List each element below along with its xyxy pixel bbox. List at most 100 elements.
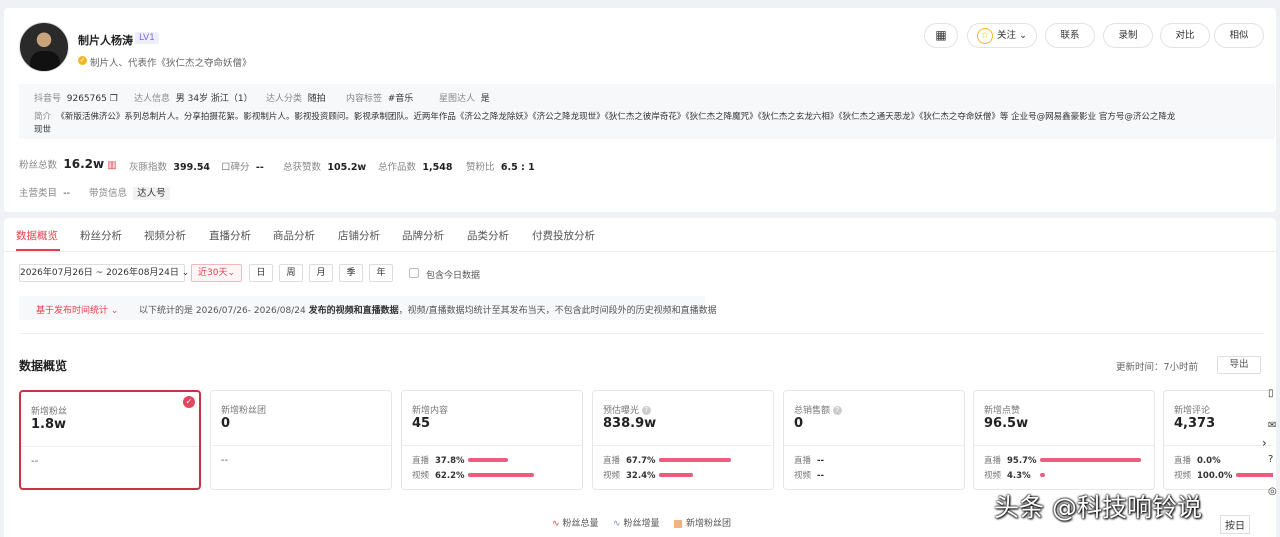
metric-label: 新增内容 bbox=[412, 406, 449, 416]
line-icon: ∿ bbox=[613, 519, 621, 529]
fans-chart-icon[interactable]: ▥ bbox=[107, 160, 116, 171]
check-icon: ✓ bbox=[183, 396, 195, 408]
video-bar bbox=[659, 473, 694, 477]
tab-live[interactable]: 直播分析 bbox=[209, 228, 251, 243]
legend-fans-increment[interactable]: ∿ 粉丝增量 bbox=[613, 516, 660, 529]
metric-empty: -- bbox=[221, 455, 229, 466]
tab-brand[interactable]: 品牌分析 bbox=[402, 228, 444, 243]
tab-shop[interactable]: 店铺分析 bbox=[338, 228, 380, 243]
tab-overview[interactable]: 数据概览 bbox=[16, 228, 58, 243]
line-icon: ∿ bbox=[552, 519, 560, 529]
mail-icon[interactable]: ✉ bbox=[1268, 420, 1278, 431]
qrcode-button[interactable]: ▦ bbox=[924, 23, 958, 48]
metric-value: 0 bbox=[221, 416, 231, 431]
tab-goods[interactable]: 商品分析 bbox=[273, 228, 315, 243]
compare-button[interactable]: 对比 bbox=[1160, 23, 1210, 48]
include-today-label: 包含今日数据 bbox=[426, 271, 481, 281]
metric-divider bbox=[784, 445, 964, 446]
metric-card-sales[interactable]: 总销售额 ? 0 直播 -- 视频 -- bbox=[783, 390, 965, 490]
tab-paid[interactable]: 付费投放分析 bbox=[532, 228, 595, 243]
profile-subtitle: 制片人、代表作《狄仁杰之夺命妖僧》 bbox=[90, 58, 252, 69]
period-quarter[interactable]: 季 bbox=[339, 264, 363, 282]
watermark: 头条 @科技响铃说 bbox=[994, 493, 1202, 522]
douyin-id: 抖音号 9265765 ❐ bbox=[34, 94, 118, 104]
metric-divider bbox=[211, 445, 391, 446]
period-month[interactable]: 月 bbox=[309, 264, 333, 282]
metric-label: 预估曝光 ? bbox=[603, 403, 651, 416]
goods-badge: 达人号 bbox=[133, 187, 170, 200]
help-icon[interactable]: ? bbox=[641, 406, 651, 415]
metric-divider bbox=[974, 445, 1154, 446]
video-row: 视频 4.3% bbox=[984, 471, 1031, 481]
talent-category: 达人分类 随拍 bbox=[266, 94, 326, 104]
include-today-checkbox[interactable] bbox=[409, 268, 419, 278]
live-bar bbox=[1040, 458, 1142, 462]
similar-button[interactable]: 相似 bbox=[1214, 23, 1264, 48]
tab-divider bbox=[4, 251, 1276, 252]
live-row: 直播 0.0% bbox=[1174, 456, 1221, 466]
live-row: 直播 67.7% bbox=[603, 456, 656, 466]
record-button[interactable]: 录制 bbox=[1103, 23, 1153, 48]
chevron-right-icon[interactable]: › bbox=[1262, 436, 1272, 450]
metric-card-likes[interactable]: 新增点赞 96.5w 直播 95.7% 视频 4.3% bbox=[973, 390, 1155, 490]
video-row: 视频 -- bbox=[794, 471, 825, 481]
help-icon[interactable]: ? bbox=[1268, 454, 1278, 465]
video-row: 视频 32.4% bbox=[603, 471, 656, 481]
recent-30-days-button[interactable]: 近30天⌄ bbox=[191, 264, 242, 282]
metric-card-new-fans[interactable]: 新增粉丝 1.8w ✓ -- bbox=[19, 390, 201, 490]
total-works: 总作品数 1,548 bbox=[378, 162, 453, 173]
metric-divider bbox=[402, 445, 582, 446]
avatar[interactable] bbox=[19, 22, 69, 72]
live-bar bbox=[468, 458, 509, 462]
tab-category[interactable]: 品类分析 bbox=[467, 228, 509, 243]
legend-fans-total[interactable]: ∿ 粉丝总量 bbox=[552, 516, 599, 529]
period-year[interactable]: 年 bbox=[369, 264, 393, 282]
period-day[interactable]: 日 bbox=[249, 264, 273, 282]
period-week[interactable]: 周 bbox=[279, 264, 303, 282]
metric-card-new-content[interactable]: 新增内容 45 直播 37.8% 视频 62.2% bbox=[401, 390, 583, 490]
star-talent: 星图达人 是 bbox=[439, 94, 490, 104]
chat-icon[interactable]: ◎ bbox=[1268, 486, 1278, 497]
fans-total: 粉丝总数 16.2w ▥ bbox=[19, 157, 117, 171]
metric-divider bbox=[1164, 445, 1273, 446]
intro: 简介 《新版活佛济公》系列总制片人。分享拍摄花絮。影视制片人。影视投资顾问。影视… bbox=[34, 112, 1176, 135]
chevron-down-icon: ⌄ bbox=[1016, 30, 1027, 41]
qrcode-icon: ▦ bbox=[935, 28, 947, 42]
phone-icon[interactable]: ▯ bbox=[1268, 388, 1278, 399]
tab-fans[interactable]: 粉丝分析 bbox=[80, 228, 122, 243]
stat-basis-select[interactable]: 基于发布时间统计 ⌄ bbox=[36, 303, 118, 316]
video-bar bbox=[468, 473, 534, 477]
metric-value: 1.8w bbox=[31, 417, 67, 432]
square-icon bbox=[674, 519, 682, 528]
date-range-picker[interactable]: 2026年07月26日 ~ 2026年08月24日 ⌄ bbox=[19, 264, 189, 282]
active-tab-indicator bbox=[16, 249, 60, 251]
reputation-score: 口碑分 -- bbox=[221, 162, 264, 173]
total-likes: 总获赞数 105.2w bbox=[283, 162, 367, 173]
talent-info: 达人信息 男 34岁 浙江（1） bbox=[134, 94, 253, 104]
export-button[interactable]: 导出 bbox=[1217, 356, 1261, 374]
level-badge: LV1 bbox=[135, 32, 159, 44]
contact-button[interactable]: 联系 bbox=[1045, 23, 1095, 48]
chevron-down-icon: ⌄ bbox=[108, 306, 119, 316]
follow-button[interactable]: ☆ 关注 ⌄ bbox=[967, 23, 1037, 48]
help-icon[interactable]: ? bbox=[832, 406, 842, 415]
tab-video[interactable]: 视频分析 bbox=[144, 228, 186, 243]
metric-divider bbox=[21, 446, 199, 447]
live-row: 直播 37.8% bbox=[412, 456, 465, 466]
day-toggle-button[interactable]: 按日 bbox=[1220, 515, 1250, 534]
metric-card-new-fan-club[interactable]: 新增粉丝团 0 -- bbox=[210, 390, 392, 490]
content-tag: 内容标签 #音乐 bbox=[346, 94, 414, 104]
right-toolbar: ▯ ✉ › ? ◎ bbox=[1262, 380, 1280, 537]
metric-value: 96.5w bbox=[984, 416, 1029, 431]
metric-label: 新增粉丝团 bbox=[221, 406, 267, 416]
video-bar bbox=[1040, 473, 1045, 477]
legend-new-fan-club[interactable]: 新增粉丝团 bbox=[674, 516, 731, 529]
video-row: 视频 62.2% bbox=[412, 471, 465, 481]
copy-icon[interactable]: ❐ bbox=[110, 94, 118, 104]
metric-label: 新增点赞 bbox=[984, 406, 1021, 416]
like-fan-ratio: 赞粉比 6.5 : 1 bbox=[466, 162, 535, 173]
metric-value: 0 bbox=[794, 416, 804, 431]
metric-card-comments[interactable]: 新增评论 4,373 直播 0.0% 视频 100.0% bbox=[1163, 390, 1273, 490]
metric-card-exposure[interactable]: 预估曝光 ? 838.9w 直播 67.7% 视频 32.4% bbox=[592, 390, 774, 490]
verified-icon: ✓ bbox=[78, 56, 87, 65]
